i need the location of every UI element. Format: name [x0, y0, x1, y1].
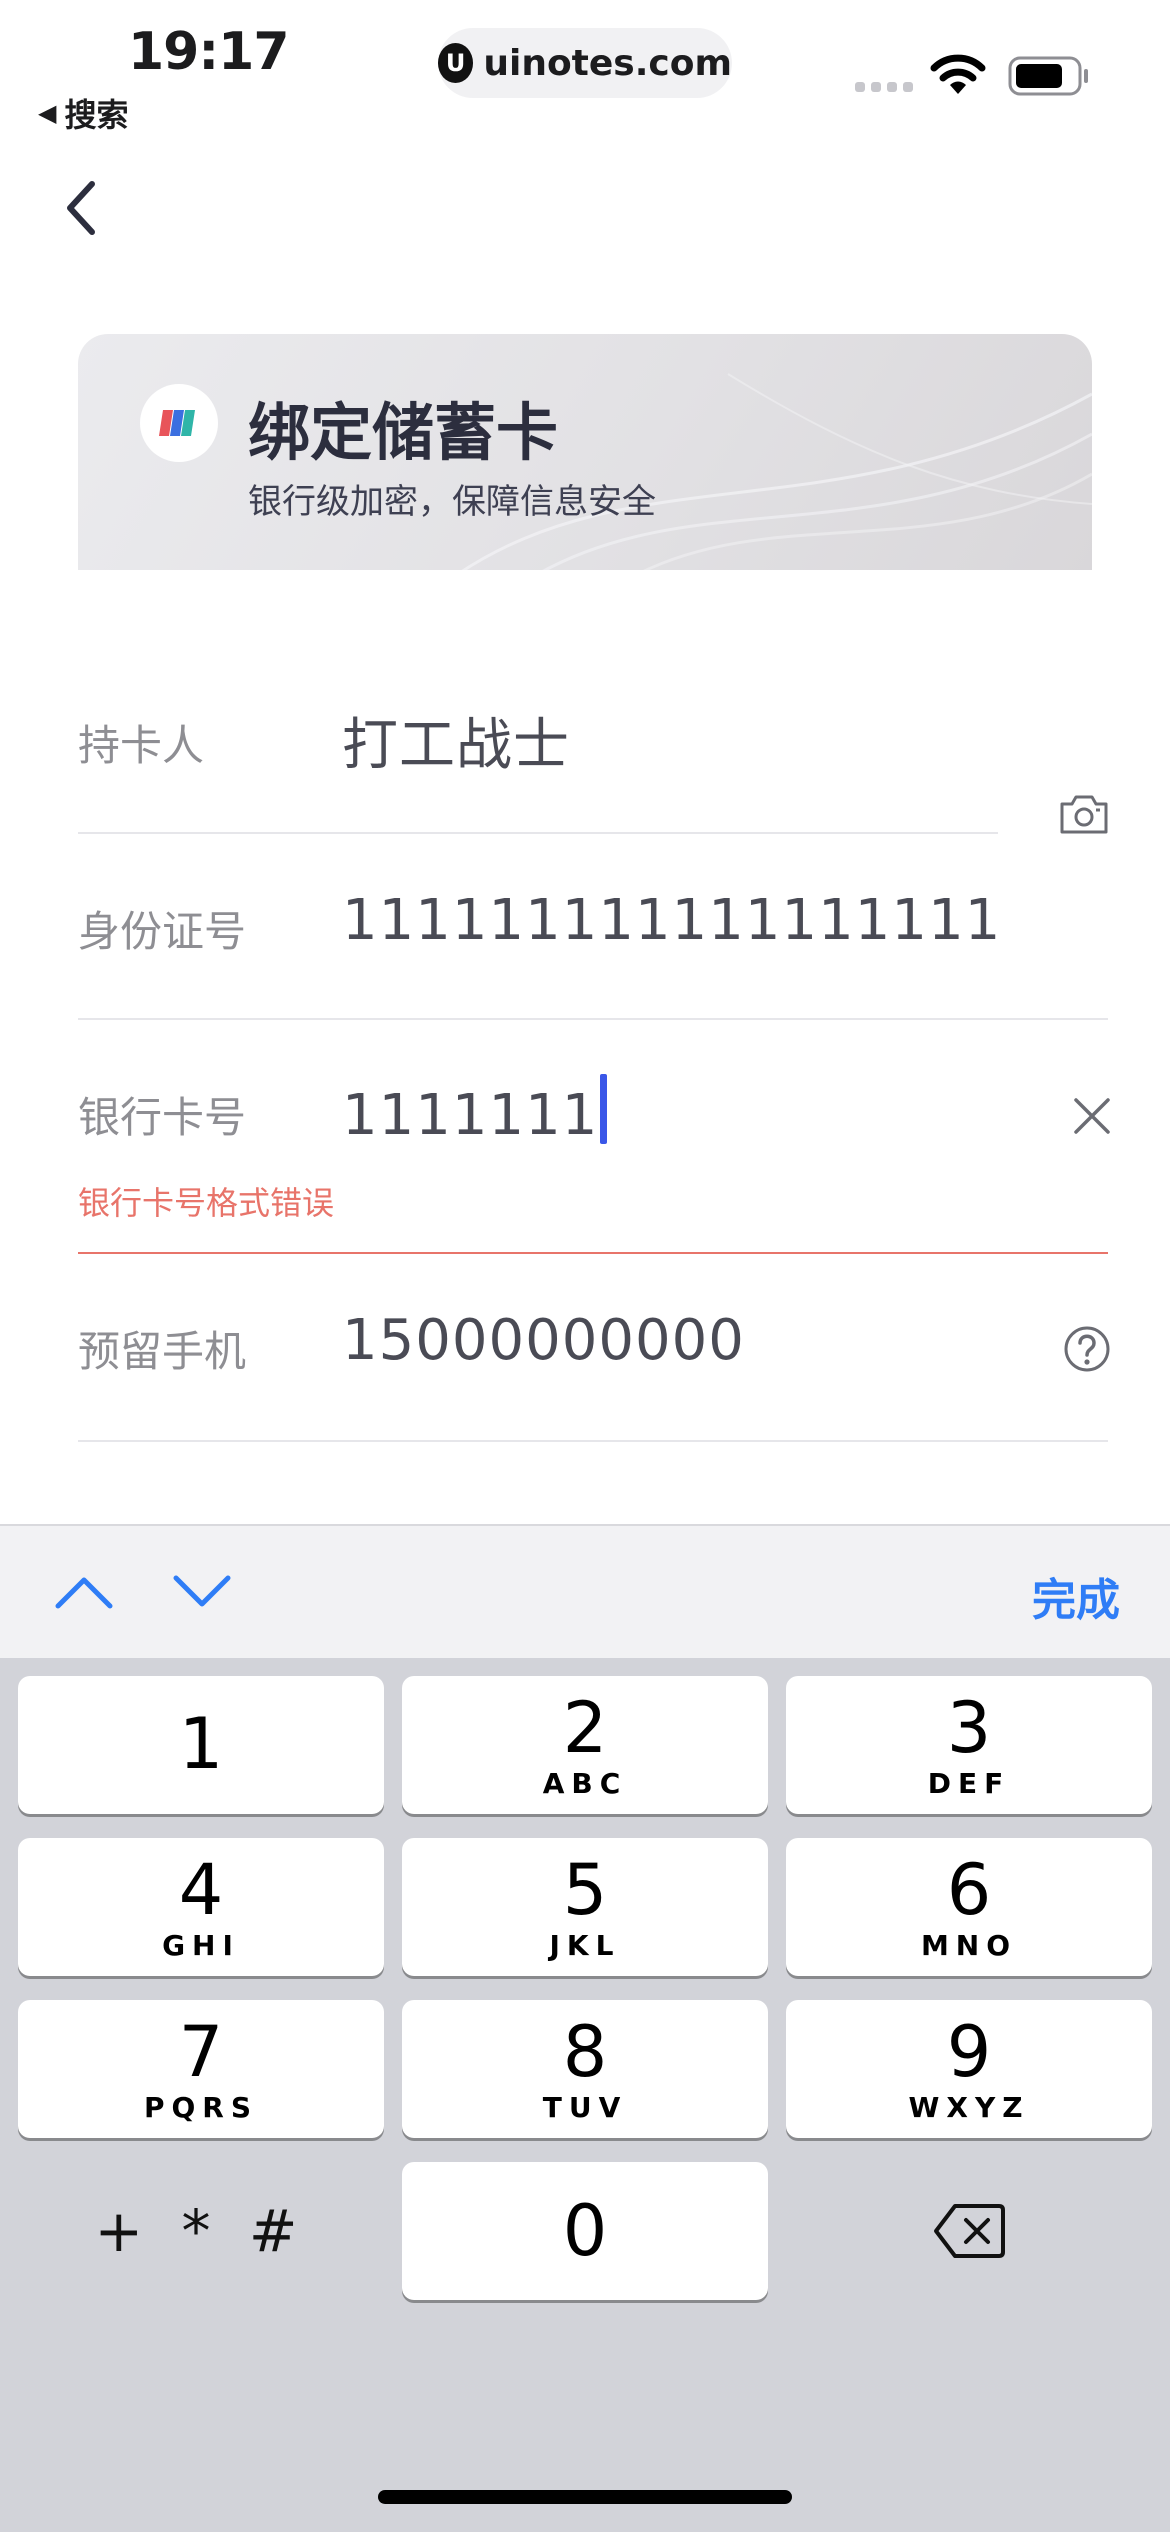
key-digit: 3 — [946, 1686, 992, 1769]
cardholder-row[interactable]: 持卡人 打工战士 — [78, 570, 1108, 834]
key-letters: ABC — [542, 1766, 628, 1800]
key-symbols[interactable]: + * # — [18, 2162, 384, 2300]
bank-card-error-message: 银行卡号格式错误 — [78, 1184, 335, 1222]
key-letters: PQRS — [143, 2090, 259, 2124]
wifi-icon — [930, 54, 986, 94]
status-time: 19:17 — [128, 22, 290, 82]
key-4[interactable]: 4 GHI — [18, 1838, 384, 1976]
id-number-label: 身份证号 — [78, 907, 247, 956]
id-number-row[interactable]: 身份证号 111111111111111111 — [78, 832, 1108, 1022]
key-digit: 2 — [562, 1686, 608, 1769]
symbols-label: + * # — [94, 2197, 308, 2265]
camera-icon[interactable] — [1058, 792, 1110, 836]
bank-card-number-label: 银行卡号 — [78, 1093, 247, 1142]
battery-icon — [1008, 56, 1088, 96]
chevron-down-icon[interactable] — [172, 1570, 232, 1614]
key-6[interactable]: 6 MNO — [786, 1838, 1152, 1976]
reserved-phone-label: 预留手机 — [78, 1327, 247, 1376]
key-letters: WXYZ — [908, 2090, 1030, 2124]
card-title: 绑定储蓄卡 — [248, 396, 559, 469]
key-2[interactable]: 2 ABC — [402, 1676, 768, 1814]
key-letters: DEF — [927, 1766, 1011, 1800]
key-letters: TUV — [542, 2090, 628, 2124]
reserved-phone-value[interactable]: 15000000000 — [342, 1308, 745, 1373]
cardholder-label: 持卡人 — [78, 721, 205, 770]
key-1[interactable]: 1 — [18, 1676, 384, 1814]
text-caret — [600, 1074, 608, 1144]
bank-card-number-input[interactable]: 1111111 — [342, 1074, 608, 1148]
back-chevron-icon[interactable] — [58, 178, 106, 238]
back-to-app-label: 搜索 — [64, 96, 129, 134]
url-text: uinotes.com — [483, 42, 732, 84]
key-digit: 6 — [946, 1848, 992, 1931]
key-7[interactable]: 7 PQRS — [18, 2000, 384, 2138]
key-letters: JKL — [549, 1928, 621, 1962]
keyboard-accessory-bar: 完成 — [0, 1524, 1170, 1658]
key-digit: 1 — [178, 1703, 224, 1785]
bind-card-header: 绑定储蓄卡 银行级加密，保障信息安全 — [78, 334, 1092, 574]
cardholder-value[interactable]: 打工战士 — [342, 700, 570, 781]
key-0[interactable]: 0 — [402, 2162, 768, 2300]
key-3[interactable]: 3 DEF — [786, 1676, 1152, 1814]
key-backspace[interactable] — [786, 2162, 1152, 2300]
backspace-icon — [934, 2204, 1005, 2258]
key-5[interactable]: 5 JKL — [402, 1838, 768, 1976]
reserved-phone-row[interactable]: 预留手机 15000000000 — [78, 1254, 1110, 1510]
cellular-signal-icon — [855, 82, 913, 92]
done-button[interactable]: 完成 — [1032, 1564, 1120, 1628]
numeric-keypad: 1 2 ABC 3 DEF 4 GHI 5 JKL 6 MNO 7 PQRS 8… — [0, 1658, 1170, 2532]
card-wave-decoration — [457, 373, 1092, 574]
key-letters: MNO — [920, 1928, 1018, 1962]
bank-card-form: 持卡人 打工战士 身份证号 111111111111111111 银行卡号 11… — [0, 570, 1170, 1530]
key-digit: 4 — [178, 1848, 224, 1931]
card-subtitle: 银行级加密，保障信息安全 — [248, 482, 656, 522]
id-number-value[interactable]: 111111111111111111 — [342, 888, 1001, 953]
site-logo-icon: U — [438, 43, 474, 83]
status-bar: 19:17 ◀ 搜索 U uinotes.com — [0, 0, 1170, 140]
chevron-up-icon[interactable] — [54, 1570, 114, 1614]
key-letters: GHI — [162, 1928, 240, 1962]
back-to-app-button[interactable]: ◀ 搜索 — [38, 90, 128, 136]
bank-card-logo-icon — [140, 384, 218, 462]
key-digit: 8 — [562, 2010, 608, 2093]
divider — [78, 1440, 1108, 1442]
key-digit: 0 — [562, 2190, 608, 2272]
url-pill[interactable]: U uinotes.com — [438, 28, 732, 98]
key-digit: 7 — [178, 2010, 224, 2093]
key-8[interactable]: 8 TUV — [402, 2000, 768, 2138]
key-digit: 9 — [946, 2010, 992, 2093]
back-triangle-icon: ◀ — [38, 99, 57, 127]
key-9[interactable]: 9 WXYZ — [786, 2000, 1152, 2138]
clear-input-icon[interactable] — [1072, 1096, 1112, 1136]
bank-card-number-value: 1111111 — [342, 1083, 599, 1148]
help-icon[interactable] — [1062, 1324, 1112, 1374]
key-digit: 5 — [562, 1848, 608, 1931]
home-indicator[interactable] — [378, 2490, 792, 2504]
